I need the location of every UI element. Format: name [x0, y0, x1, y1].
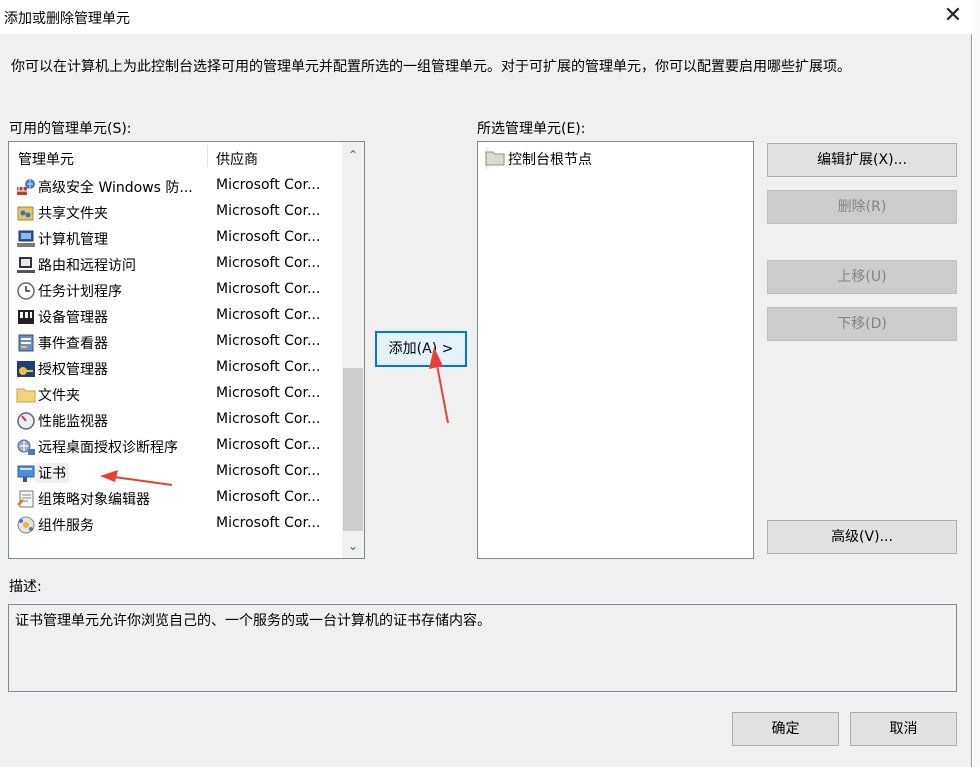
scroll-thumb[interactable] [343, 368, 363, 531]
edit-extensions-label: 编辑扩展(X)... [817, 152, 907, 168]
background-edge [973, 0, 980, 767]
device-manager-icon [18, 310, 34, 324]
snapin-name: 计算机管理 [38, 232, 108, 248]
snapin-vendor: Microsoft Cor... [216, 489, 321, 505]
firewall-icon [17, 179, 35, 195]
list-item[interactable]: 性能监视器 Microsoft Cor... [9, 408, 342, 434]
list-item[interactable]: 文件夹 Microsoft Cor... [9, 382, 342, 408]
snapin-name: 事件查看器 [38, 336, 108, 352]
ok-label: 确定 [771, 721, 800, 737]
move-up-button[interactable]: 上移(U) [767, 260, 957, 294]
list-item[interactable]: 组策略对象编辑器 Microsoft Cor... [9, 486, 342, 512]
certificate-icon [17, 465, 35, 482]
list-item[interactable]: 授权管理器 Microsoft Cor... [9, 356, 342, 382]
available-snapins-label: 可用的管理单元(S): [9, 121, 132, 137]
list-item[interactable]: 远程桌面授权诊断程序 Microsoft Cor... [9, 434, 342, 460]
list-item[interactable]: 高级安全 Windows 防... Microsoft Cor... [9, 174, 342, 200]
remove-label: 删除(R) [837, 199, 887, 215]
snapin-vendor: Microsoft Cor... [216, 281, 321, 297]
snapin-vendor: Microsoft Cor... [216, 255, 321, 271]
list-item[interactable]: 任务计划程序 Microsoft Cor... [9, 278, 342, 304]
list-item[interactable]: 事件查看器 Microsoft Cor... [9, 330, 342, 356]
component-services-icon [17, 516, 35, 534]
move-down-button[interactable]: 下移(D) [767, 307, 957, 341]
snapin-vendor: Microsoft Cor... [216, 515, 321, 531]
snapin-vendor: Microsoft Cor... [216, 307, 321, 323]
snapin-name: 共享文件夹 [38, 206, 108, 222]
add-button[interactable]: 添加(A) > [375, 331, 467, 367]
remote-desktop-icon [17, 439, 35, 455]
snapin-name: 证书 [35, 463, 69, 483]
folder-icon [485, 151, 505, 166]
cancel-label: 取消 [889, 721, 918, 737]
snapin-name: 文件夹 [38, 388, 80, 404]
edit-extensions-button[interactable]: 编辑扩展(X)... [767, 143, 957, 177]
snapin-name: 授权管理器 [38, 362, 108, 378]
snapin-vendor: Microsoft Cor... [216, 177, 321, 193]
list-item[interactable]: 组件服务 Microsoft Cor... [9, 512, 342, 538]
snapin-vendor: Microsoft Cor... [216, 359, 321, 375]
snapin-name: 任务计划程序 [38, 284, 122, 300]
intro-text: 你可以在计算机上为此控制台选择可用的管理单元并配置所选的一组管理单元。对于可扩展… [11, 59, 851, 75]
snapin-name: 设备管理器 [38, 310, 108, 326]
selected-snapins-list[interactable]: 控制台根节点 [477, 141, 754, 559]
event-viewer-icon [18, 334, 34, 352]
cancel-button[interactable]: 取消 [850, 712, 957, 746]
move-up-label: 上移(U) [837, 269, 887, 285]
list-header: 管理单元 供应商 [9, 142, 342, 172]
snapin-vendor: Microsoft Cor... [216, 411, 321, 427]
computer-management-icon [17, 230, 35, 247]
snapin-vendor: Microsoft Cor... [216, 229, 321, 245]
group-policy-icon [17, 490, 34, 508]
ok-button[interactable]: 确定 [732, 712, 839, 746]
add-button-label: 添加(A) > [388, 341, 454, 357]
snapin-vendor: Microsoft Cor... [216, 385, 321, 401]
snapin-name: 高级安全 Windows 防... [38, 180, 193, 196]
advanced-label: 高级(V)... [831, 529, 893, 545]
snapin-name: 路由和远程访问 [38, 258, 136, 274]
snapin-vendor: Microsoft Cor... [216, 333, 321, 349]
routing-icon [17, 257, 35, 273]
snapin-name: 远程桌面授权诊断程序 [38, 440, 178, 456]
window-title: 添加或删除管理单元 [4, 11, 130, 27]
available-snapins-list[interactable]: 管理单元 供应商 高级安全 Windows 防... Microsoft Cor… [8, 141, 365, 559]
add-remove-snapins-dialog: 添加或删除管理单元 ✕ 你可以在计算机上为此控制台选择可用的管理单元并配置所选的… [0, 0, 972, 767]
column-header-vendor[interactable]: 供应商 [216, 149, 258, 169]
list-item[interactable]: 路由和远程访问 Microsoft Cor... [9, 252, 342, 278]
list-item[interactable]: 共享文件夹 Microsoft Cor... [9, 200, 342, 226]
snapin-vendor: Microsoft Cor... [216, 437, 321, 453]
selected-snapins-label: 所选管理单元(E): [477, 121, 586, 137]
snapin-name: 组策略对象编辑器 [38, 492, 150, 508]
list-item[interactable]: 计算机管理 Microsoft Cor... [9, 226, 342, 252]
description-text: 证书管理单元允许你浏览自己的、一个服务的或一台计算机的证书存储内容。 [15, 613, 491, 629]
clock-icon [17, 282, 35, 300]
title-bar: 添加或删除管理单元 ✕ [0, 0, 972, 34]
close-icon[interactable]: ✕ [938, 2, 968, 30]
scroll-up-icon[interactable]: ⌃ [342, 144, 364, 166]
snapin-name: 组件服务 [38, 518, 94, 534]
remove-button[interactable]: 删除(R) [767, 190, 957, 224]
snapin-vendor: Microsoft Cor... [216, 203, 321, 219]
selected-snapin-name: 控制台根节点 [508, 152, 592, 168]
column-header-name[interactable]: 管理单元 [18, 149, 74, 169]
snapin-vendor: Microsoft Cor... [216, 463, 321, 479]
shared-folder-icon [17, 206, 34, 221]
description-label: 描述: [9, 579, 42, 595]
description-box: 证书管理单元允许你浏览自己的、一个服务的或一台计算机的证书存储内容。 [8, 604, 957, 692]
column-separator[interactable] [207, 145, 208, 167]
list-item[interactable]: 证书 Microsoft Cor... [9, 460, 342, 486]
scroll-down-icon[interactable]: ⌄ [342, 535, 364, 557]
list-item[interactable]: 控制台根节点 [485, 147, 592, 169]
folder-icon [16, 388, 36, 403]
snapin-name: 性能监视器 [38, 414, 108, 430]
list-item[interactable]: 设备管理器 Microsoft Cor... [9, 304, 342, 330]
list-scrollbar[interactable]: ⌃ ⌄ [342, 142, 364, 558]
performance-icon [17, 412, 35, 430]
move-down-label: 下移(D) [837, 316, 887, 332]
authorization-icon [17, 361, 35, 377]
advanced-button[interactable]: 高级(V)... [767, 520, 957, 554]
